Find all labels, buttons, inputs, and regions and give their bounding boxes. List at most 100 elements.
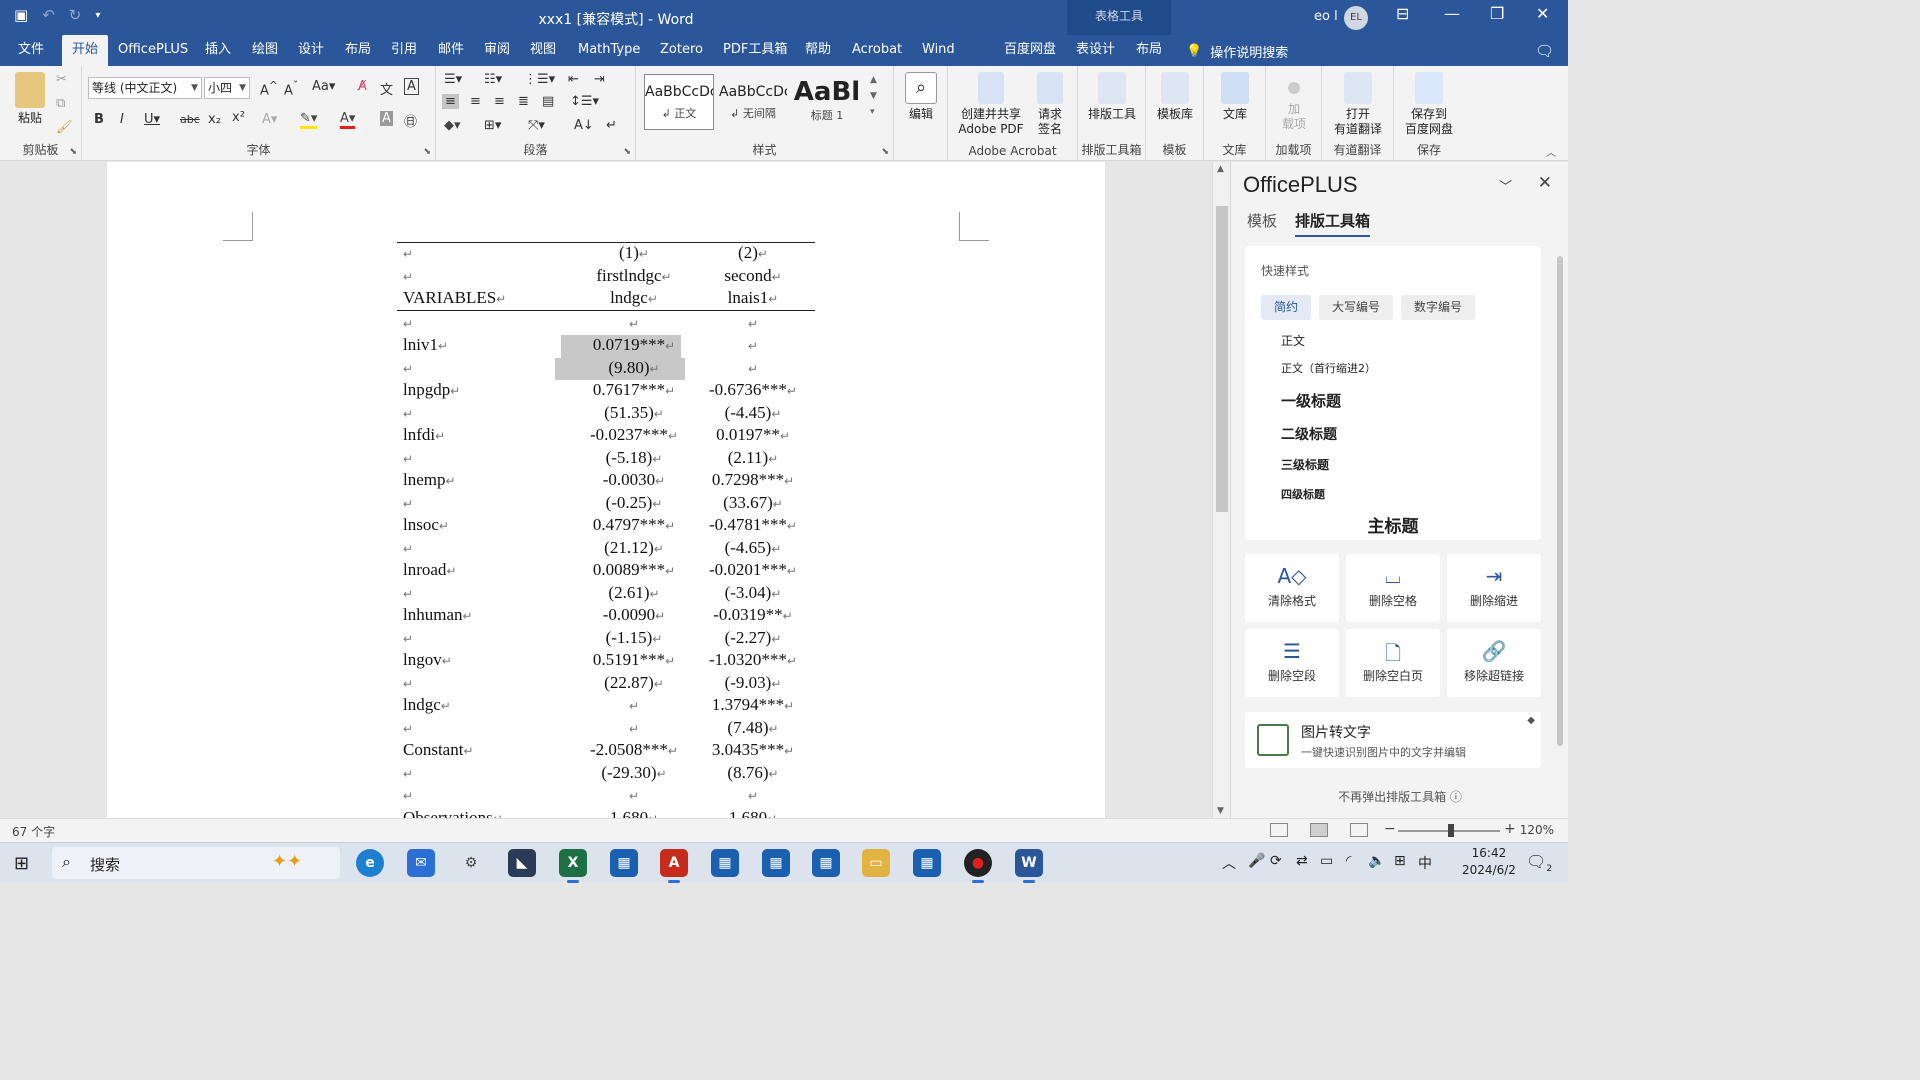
align-center-icon[interactable]: ≡ xyxy=(470,94,481,109)
shrink-font-icon[interactable]: Aˇ xyxy=(284,79,298,98)
justify-icon[interactable]: ≣ xyxy=(518,94,529,109)
input-method-icon[interactable]: ⊞ xyxy=(1394,853,1406,869)
style-item-body[interactable]: 正文 xyxy=(1281,332,1305,349)
zoom-level[interactable]: 120% xyxy=(1520,823,1554,837)
zoom-slider-thumb[interactable] xyxy=(1448,824,1454,837)
table-cell[interactable]: (-2.27)↵ xyxy=(689,628,817,648)
web-layout-icon[interactable] xyxy=(1350,823,1368,837)
ime-indicator[interactable]: 中 xyxy=(1418,853,1432,873)
table-cell[interactable]: 0.7298***↵ xyxy=(689,470,817,490)
table-row[interactable]: lnhuman↵ -0.0090↵ -0.0319**↵ xyxy=(397,604,815,627)
template-library-button[interactable]: 模板库 xyxy=(1152,72,1198,122)
tab-references[interactable]: 引用 xyxy=(381,35,427,66)
app-cat-icon[interactable]: ◣ xyxy=(508,849,536,877)
table-cell[interactable]: ↵ xyxy=(403,448,413,468)
table-cell[interactable]: 1.3794***↵ xyxy=(689,695,817,715)
tab-baidu-netdisk[interactable]: 百度网盘 xyxy=(994,35,1066,66)
table-row[interactable]: lnsoc↵ 0.4797***↵ -0.4781***↵ xyxy=(397,514,815,537)
app-grid-icon-2[interactable]: ▦ xyxy=(711,849,739,877)
character-shading-icon[interactable]: A xyxy=(380,111,393,126)
chip-simple[interactable]: 简约 xyxy=(1261,295,1311,320)
bullets-icon[interactable]: ☰▾ xyxy=(444,72,462,87)
close-icon[interactable]: ✕ xyxy=(1538,173,1552,193)
edge-icon[interactable]: e xyxy=(356,849,384,877)
table-cell[interactable]: ↵ xyxy=(403,493,413,513)
table-row[interactable]: ↵ firstlndgc↵ second↵ xyxy=(397,265,815,288)
mail-icon[interactable]: ✉ xyxy=(407,849,435,877)
record-icon[interactable]: ● xyxy=(964,849,992,883)
table-row[interactable]: lndgc↵ ↵ 1.3794***↵ xyxy=(397,694,815,717)
style-no-spacing[interactable]: AaBbCcDc ↲ 无间隔 xyxy=(718,74,788,130)
settings-icon[interactable]: ⚙ xyxy=(457,849,485,877)
chip-uppercase-numbering[interactable]: 大写编号 xyxy=(1319,295,1393,320)
style-item-body-indent[interactable]: 正文（首行缩进2） xyxy=(1281,360,1376,376)
image-to-text-card[interactable]: 图片转文字 一键快速识别图片中的文字并编辑 ◆ xyxy=(1245,712,1541,768)
clear-formatting-icon[interactable]: A̸ xyxy=(358,79,367,94)
pane-tab-layout-toolbox[interactable]: 排版工具箱 xyxy=(1295,210,1371,237)
table-row[interactable]: ↵ (-0.25)↵ (33.67)↵ xyxy=(397,492,815,515)
tab-draw[interactable]: 绘图 xyxy=(242,35,288,66)
tab-layout[interactable]: 布局 xyxy=(335,35,381,66)
create-pdf-button[interactable]: 创建并共享 Adobe PDF xyxy=(954,72,1028,137)
table-cell[interactable]: ↵ xyxy=(403,785,413,805)
table-cell[interactable]: lnhuman↵ xyxy=(403,605,473,625)
tab-review[interactable]: 审阅 xyxy=(474,35,520,66)
tab-mailings[interactable]: 邮件 xyxy=(428,35,474,66)
scroll-thumb[interactable] xyxy=(1216,206,1228,512)
wifi-icon[interactable]: ◜ xyxy=(1346,853,1351,869)
table-row[interactable]: ↵ (9.80)↵ ↵ xyxy=(397,357,815,380)
style-normal[interactable]: AaBbCcDc ↲ 正文 xyxy=(644,74,714,130)
table-cell[interactable]: second↵ xyxy=(689,266,817,286)
font-color-icon[interactable]: A▾ xyxy=(340,111,356,129)
table-cell[interactable]: 0.0197**↵ xyxy=(689,425,817,445)
tab-help[interactable]: 帮助 xyxy=(795,35,841,66)
youdao-translate-button[interactable]: 打开 有道翻译 xyxy=(1326,72,1390,137)
table-cell[interactable]: lnroad↵ xyxy=(403,560,457,580)
grow-font-icon[interactable]: A^ xyxy=(260,79,278,98)
windows-start-icon[interactable]: ⊞ xyxy=(14,853,29,874)
table-cell[interactable]: (-3.04)↵ xyxy=(689,583,817,603)
table-cell[interactable]: ↵ xyxy=(403,763,413,783)
tab-acrobat[interactable]: Acrobat xyxy=(842,35,912,66)
table-cell[interactable]: ↵ xyxy=(403,403,413,423)
table-cell[interactable]: ↵ xyxy=(403,358,413,378)
paste-button[interactable]: 粘贴 xyxy=(8,72,52,126)
increase-indent-icon[interactable]: ⇥ xyxy=(594,72,605,87)
table-cell[interactable]: ↵ xyxy=(403,313,413,333)
chevron-down-icon[interactable]: ﹀ xyxy=(1499,176,1512,195)
superscript-icon[interactable]: x² xyxy=(232,110,245,125)
scroll-up-icon[interactable]: ▲ xyxy=(1217,164,1224,174)
acrobat-icon[interactable]: A xyxy=(660,849,688,883)
table-cell[interactable]: lngov↵ xyxy=(403,650,452,670)
highlight-icon[interactable]: ✎▾ xyxy=(300,111,318,129)
delete-blank-page-tool[interactable]: 🗋 删除空白页 xyxy=(1346,629,1440,697)
battery-icon[interactable]: ▭ xyxy=(1320,853,1333,869)
tab-insert[interactable]: 插入 xyxy=(195,35,241,66)
do-not-show-again-link[interactable]: 不再弹出排版工具箱 ⓘ xyxy=(1231,788,1569,805)
network-adapter-icon[interactable]: ⇄ xyxy=(1296,853,1308,869)
tab-table-layout[interactable]: 布局 xyxy=(1126,35,1172,66)
paragraph-launcher-icon[interactable]: ⬊ xyxy=(623,147,631,157)
pane-tab-templates[interactable]: 模板 xyxy=(1247,210,1277,231)
comments-icon[interactable]: 🗨 xyxy=(1535,42,1554,60)
ribbon-display-options-icon[interactable]: ⊟ xyxy=(1396,4,1409,23)
clear-format-tool[interactable]: A◇ 清除格式 xyxy=(1245,554,1339,622)
microphone-icon[interactable]: 🎤 xyxy=(1248,853,1265,869)
table-row[interactable]: ↵ (-1.15)↵ (-2.27)↵ xyxy=(397,627,815,650)
table-cell[interactable]: lndgc↵ xyxy=(403,695,451,715)
text-effects-icon[interactable]: A▾ xyxy=(262,112,277,127)
zoom-out-icon[interactable]: − xyxy=(1384,821,1396,837)
table-cell[interactable]: lnemp↵ xyxy=(403,470,456,490)
underline-icon[interactable]: U▾ xyxy=(144,112,160,127)
table-cell[interactable]: ↵ xyxy=(403,583,413,603)
word-icon[interactable]: W xyxy=(1015,849,1043,883)
request-signature-button[interactable]: 请求 签名 xyxy=(1030,72,1070,137)
table-row[interactable]: lnfdi↵ -0.0237***↵ 0.0197**↵ xyxy=(397,424,815,447)
font-launcher-icon[interactable]: ⬊ xyxy=(423,147,431,157)
table-cell[interactable]: 3.0435***↵ xyxy=(689,740,817,760)
remove-hyperlinks-tool[interactable]: 🔗 移除超链接 xyxy=(1447,629,1541,697)
shading-icon[interactable]: ◆▾ xyxy=(444,118,461,133)
table-cell[interactable]: lnais1↵ xyxy=(689,288,817,308)
bold-icon[interactable]: B xyxy=(94,112,104,127)
table-cell[interactable]: lniv1↵ xyxy=(403,335,448,355)
